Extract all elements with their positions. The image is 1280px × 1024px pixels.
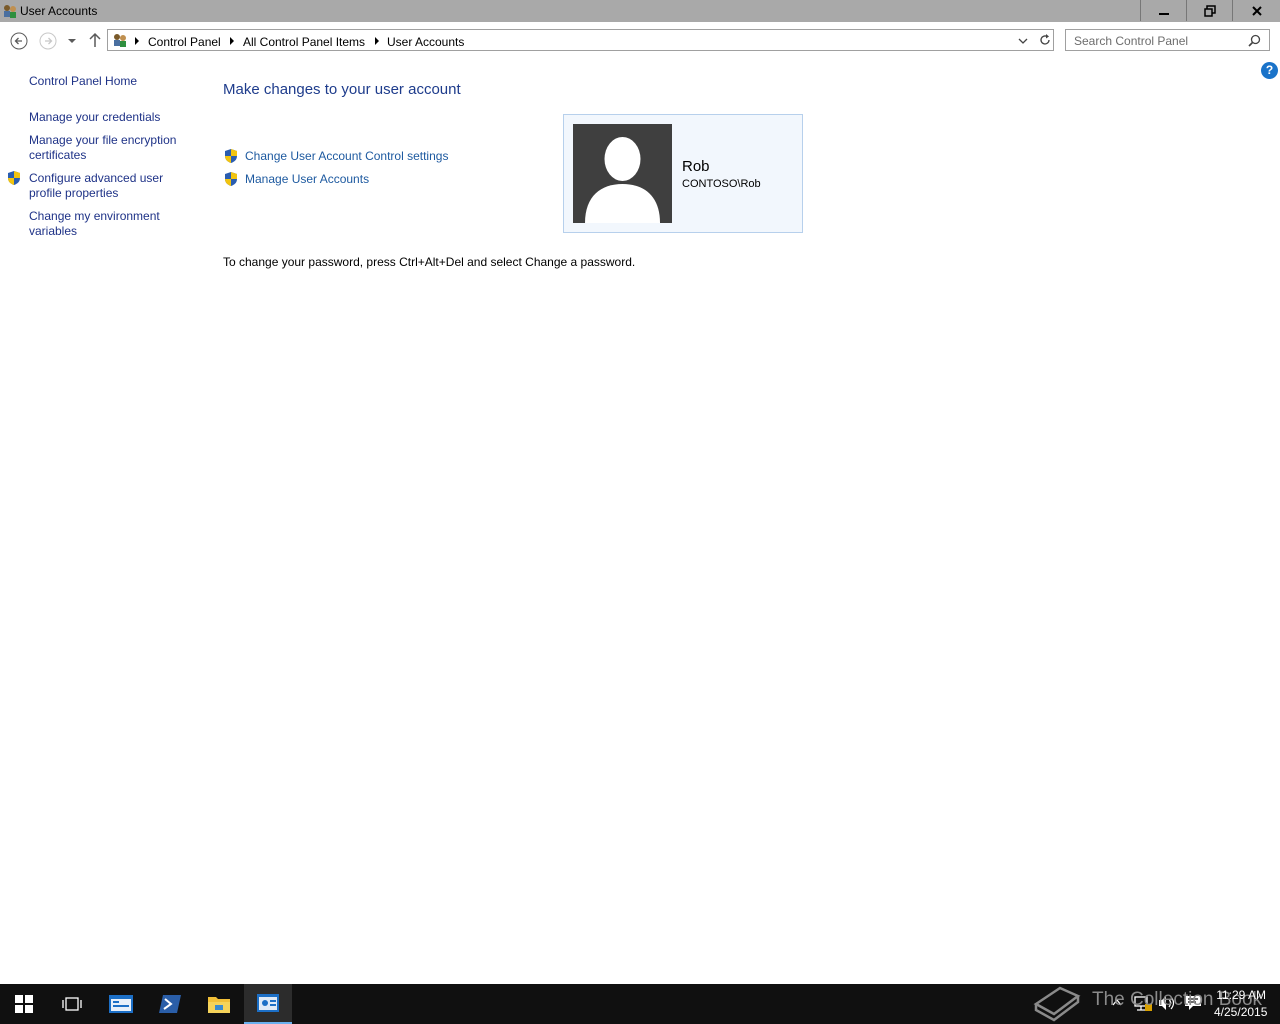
powershell-icon (159, 995, 181, 1013)
user-domain: CONTOSO\Rob (682, 178, 761, 190)
change-uac-settings-link[interactable]: Change User Account Control settings (245, 149, 448, 163)
breadcrumb-control-panel[interactable]: Control Panel (148, 35, 221, 49)
refresh-icon[interactable] (1038, 33, 1052, 47)
control-panel-home-link[interactable]: Control Panel Home (29, 74, 194, 89)
book-watermark-icon (1033, 986, 1081, 1022)
back-arrow-icon (10, 32, 28, 50)
control-panel-taskbar-button[interactable] (244, 984, 292, 1024)
manage-encryption-certificates-link[interactable]: Manage your file encryption certificates (29, 133, 189, 163)
page-title: Make changes to your user account (223, 81, 461, 98)
recent-locations-button[interactable] (64, 33, 80, 49)
powershell-taskbar-button[interactable] (146, 984, 194, 1024)
chevron-down-icon (68, 39, 76, 43)
user-silhouette-icon (585, 137, 660, 223)
breadcrumb-separator[interactable] (375, 37, 379, 45)
title-bar[interactable]: User Accounts (0, 0, 1280, 22)
search-input[interactable]: Search Control Panel (1065, 29, 1270, 51)
user-tile: Rob CONTOSO\Rob (563, 114, 803, 233)
help-button[interactable]: ? (1261, 62, 1278, 79)
control-panel-icon (257, 994, 279, 1012)
restore-button[interactable] (1186, 0, 1233, 21)
taskbar (0, 984, 1280, 1024)
server-manager-icon (109, 995, 133, 1013)
back-button[interactable] (9, 31, 29, 51)
uac-shield-icon (225, 172, 237, 186)
control-panel-icon (114, 34, 126, 47)
change-environment-variables-link[interactable]: Change my environment variables (29, 209, 169, 239)
file-explorer-taskbar-button[interactable] (195, 984, 243, 1024)
password-hint: To change your password, press Ctrl+Alt+… (223, 255, 636, 269)
uac-shield-icon (8, 171, 20, 185)
clock-date[interactable]: 4/25/2015 (1214, 1005, 1267, 1019)
help-icon: ? (1265, 63, 1274, 77)
forward-button[interactable] (38, 31, 58, 51)
task-view-icon (62, 997, 82, 1011)
breadcrumb-separator[interactable] (135, 37, 139, 45)
minimize-button[interactable] (1140, 0, 1187, 21)
windows-logo-icon (15, 995, 33, 1013)
user-accounts-icon (4, 5, 16, 18)
uac-shield-icon (225, 149, 237, 163)
close-icon (1252, 5, 1262, 16)
folder-icon (208, 997, 230, 1013)
clock-time[interactable]: 11:29 AM (1214, 988, 1266, 1002)
address-dropdown-icon[interactable] (1018, 36, 1028, 46)
window-title: User Accounts (20, 4, 98, 18)
configure-profile-properties-link[interactable]: Configure advanced user profile properti… (29, 171, 169, 201)
search-placeholder: Search Control Panel (1074, 34, 1189, 48)
user-name: Rob (682, 158, 710, 175)
up-button[interactable] (86, 31, 104, 49)
address-bar[interactable]: Control Panel All Control Panel Items Us… (107, 29, 1054, 51)
server-manager-taskbar-button[interactable] (97, 984, 145, 1024)
close-button[interactable] (1232, 0, 1280, 21)
avatar (573, 124, 672, 223)
breadcrumb-user-accounts[interactable]: User Accounts (387, 35, 464, 49)
task-view-button[interactable] (48, 984, 96, 1024)
up-arrow-icon (89, 32, 101, 47)
minimize-icon (1159, 12, 1169, 15)
restore-icon (1204, 4, 1216, 17)
manage-credentials-link[interactable]: Manage your credentials (29, 110, 194, 125)
forward-arrow-icon (39, 32, 57, 50)
breadcrumb-all-items[interactable]: All Control Panel Items (243, 35, 365, 49)
manage-user-accounts-link[interactable]: Manage User Accounts (245, 172, 369, 186)
start-button[interactable] (0, 984, 48, 1024)
breadcrumb-separator[interactable] (230, 37, 234, 45)
search-icon[interactable] (1248, 34, 1261, 47)
